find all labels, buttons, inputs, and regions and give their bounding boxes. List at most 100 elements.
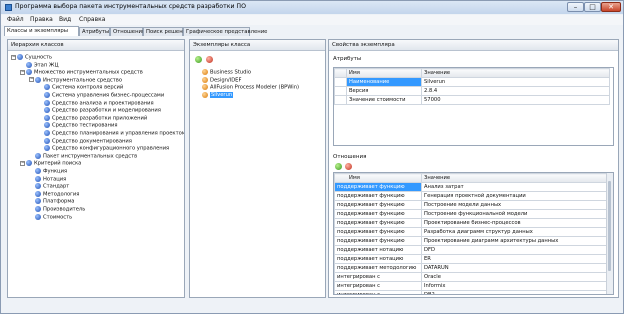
tab-solution-search[interactable]: Поиск решений: [143, 27, 190, 36]
table-row[interactable]: поддерживает функцию Генерация проектной …: [334, 191, 610, 201]
maximize-button[interactable]: □: [584, 2, 601, 12]
table-row[interactable]: поддерживает функцию Построение функциона…: [334, 209, 610, 219]
attribute-name-cell[interactable]: Версия: [346, 86, 422, 96]
relation-name-cell[interactable]: поддерживает функцию: [334, 209, 422, 219]
table-row[interactable]: поддерживает функцию Проектирование бизне…: [334, 218, 610, 228]
table-row[interactable]: поддерживает функцию Разработка диаграмм …: [334, 227, 610, 237]
close-button[interactable]: ✕: [601, 2, 621, 12]
tree-node[interactable]: − Инструментальное средство: [29, 76, 122, 84]
tree-node[interactable]: Стоимость: [29, 213, 72, 221]
minimize-button[interactable]: –: [567, 2, 584, 12]
tree-node[interactable]: Методология: [29, 190, 79, 198]
table-row[interactable]: поддерживает функцию Построение модели да…: [334, 200, 610, 210]
tree-node[interactable]: Платформа: [29, 198, 74, 205]
relation-value-cell[interactable]: DATARUN: [421, 263, 610, 273]
relation-name-cell[interactable]: поддерживает функцию: [334, 200, 422, 210]
relation-value-cell[interactable]: Проектирование бизнес-процессов: [421, 218, 610, 228]
relation-name-cell[interactable]: интегрирован с: [334, 272, 422, 282]
attribute-value-cell[interactable]: Silverun: [421, 77, 610, 87]
relation-name-cell[interactable]: поддерживает функцию: [334, 191, 422, 201]
column-header-name[interactable]: Имя: [346, 68, 422, 78]
relation-value-cell[interactable]: Анализ затрат: [421, 182, 610, 192]
attribute-name-cell[interactable]: Наименование: [346, 77, 422, 87]
tree-node[interactable]: Производитель: [29, 206, 85, 213]
column-header-value[interactable]: Значение: [421, 173, 610, 183]
row-header[interactable]: [334, 77, 347, 87]
relation-value-cell[interactable]: Построение функциональной модели: [421, 209, 610, 219]
tab-relations[interactable]: Отношения: [110, 27, 145, 36]
tree-node[interactable]: Пакет инструментальных средств: [29, 152, 137, 160]
relations-scrollbar[interactable]: [606, 173, 613, 294]
tab-attributes[interactable]: Атрибуты: [79, 27, 110, 36]
delete-relation-button[interactable]: [345, 163, 352, 170]
relation-name-cell[interactable]: поддерживает функцию: [334, 227, 422, 237]
tree-node[interactable]: Система управления бизнес-процессами: [38, 92, 164, 99]
table-row[interactable]: Значение стоимости 57000: [334, 95, 610, 105]
relation-value-cell[interactable]: Генерация проектной документации: [421, 191, 610, 201]
collapse-toggle-icon[interactable]: −: [29, 77, 34, 83]
tree-node[interactable]: − Множество инструментальных средств: [20, 69, 143, 76]
tab-graphical-view[interactable]: Графическое представление: [183, 27, 267, 36]
add-instance-button[interactable]: [195, 56, 202, 63]
tab-classes-instances[interactable]: Классы и экземпляры: [4, 26, 79, 36]
instance-item[interactable]: Design/IDEF: [202, 76, 241, 84]
attribute-name-cell[interactable]: Значение стоимости: [346, 95, 422, 105]
relation-value-cell[interactable]: DFD: [421, 245, 610, 255]
row-header[interactable]: [334, 95, 347, 105]
column-header-value[interactable]: Значение: [421, 68, 610, 78]
table-row[interactable]: поддерживает нотацию DFD: [334, 245, 610, 255]
collapse-toggle-icon[interactable]: −: [20, 160, 25, 166]
table-row[interactable]: интегрирован с Informix: [334, 281, 610, 291]
row-header[interactable]: [334, 86, 347, 96]
tree-node[interactable]: Средство тестирования: [38, 122, 118, 129]
tree-node[interactable]: Система контроля версий: [38, 84, 123, 91]
relation-value-cell[interactable]: Построение модели данных: [421, 200, 610, 210]
collapse-toggle-icon[interactable]: −: [20, 69, 25, 75]
relations-scroll-thumb[interactable]: [608, 181, 611, 271]
tree-node[interactable]: Средство планирования и управления проек…: [38, 130, 184, 137]
relation-value-cell[interactable]: Разработка диаграмм структур данных: [421, 227, 610, 237]
table-row[interactable]: поддерживает методологию DATARUN: [334, 263, 610, 273]
menu-help[interactable]: Справка: [79, 16, 105, 23]
menu-view[interactable]: Вид: [59, 16, 71, 23]
attribute-value-cell[interactable]: 2.8.4: [421, 86, 610, 96]
tree-node[interactable]: Средство анализа и проектирования: [38, 99, 154, 107]
table-row[interactable]: поддерживает функцию Анализ затрат: [334, 182, 610, 192]
tree-node[interactable]: − Сущность: [11, 54, 52, 61]
relation-value-cell[interactable]: ER: [421, 254, 610, 264]
tree-node[interactable]: Средство документирования: [38, 137, 132, 145]
tree-node[interactable]: − Критерий поиска: [20, 160, 81, 167]
column-header-name[interactable]: Имя: [334, 173, 422, 183]
table-row[interactable]: Версия 2.8.4: [334, 86, 610, 96]
tree-node[interactable]: Стандарт: [29, 183, 69, 190]
table-row[interactable]: интегрирован с Oracle: [334, 272, 610, 282]
tree-node[interactable]: Нотация: [29, 175, 66, 183]
tree-node[interactable]: Функция: [29, 168, 67, 175]
instance-item[interactable]: Silverun: [202, 91, 234, 99]
relation-name-cell[interactable]: поддерживает нотацию: [334, 254, 422, 264]
delete-instance-button[interactable]: [206, 56, 213, 63]
tree-node[interactable]: Средство разработки приложений: [38, 114, 147, 122]
relation-value-cell[interactable]: DB2: [421, 290, 610, 294]
tree-node[interactable]: Средство разработки и моделирования: [38, 107, 161, 114]
relation-name-cell[interactable]: поддерживает функцию: [334, 236, 422, 246]
relation-name-cell[interactable]: поддерживает функцию: [334, 218, 422, 228]
relation-name-cell[interactable]: интегрирован с: [334, 281, 422, 291]
relation-value-cell[interactable]: Oracle: [421, 272, 610, 282]
instance-item[interactable]: AllFusion Process Modeler (BPWin): [202, 84, 299, 91]
row-header-corner[interactable]: [334, 68, 347, 78]
add-relation-button[interactable]: [335, 163, 342, 170]
table-row[interactable]: поддерживает функцию Проектирование диагр…: [334, 236, 610, 246]
menu-file[interactable]: Файл: [7, 16, 24, 23]
table-row[interactable]: интегрирован с DB2: [334, 290, 610, 294]
tree-node[interactable]: Этап ЖЦ: [20, 61, 58, 69]
table-row[interactable]: Наименование Silverun: [334, 77, 610, 87]
relation-name-cell[interactable]: поддерживает функцию: [334, 182, 422, 192]
relation-value-cell[interactable]: Проектирование диаграмм архитектуры данн…: [421, 236, 610, 246]
instance-item[interactable]: Business Studio: [202, 69, 251, 76]
menu-edit[interactable]: Правка: [30, 16, 53, 23]
collapse-toggle-icon[interactable]: −: [11, 54, 16, 60]
relation-name-cell[interactable]: поддерживает методологию: [334, 263, 422, 273]
table-row[interactable]: поддерживает нотацию ER: [334, 254, 610, 264]
attribute-value-cell[interactable]: 57000: [421, 95, 610, 105]
